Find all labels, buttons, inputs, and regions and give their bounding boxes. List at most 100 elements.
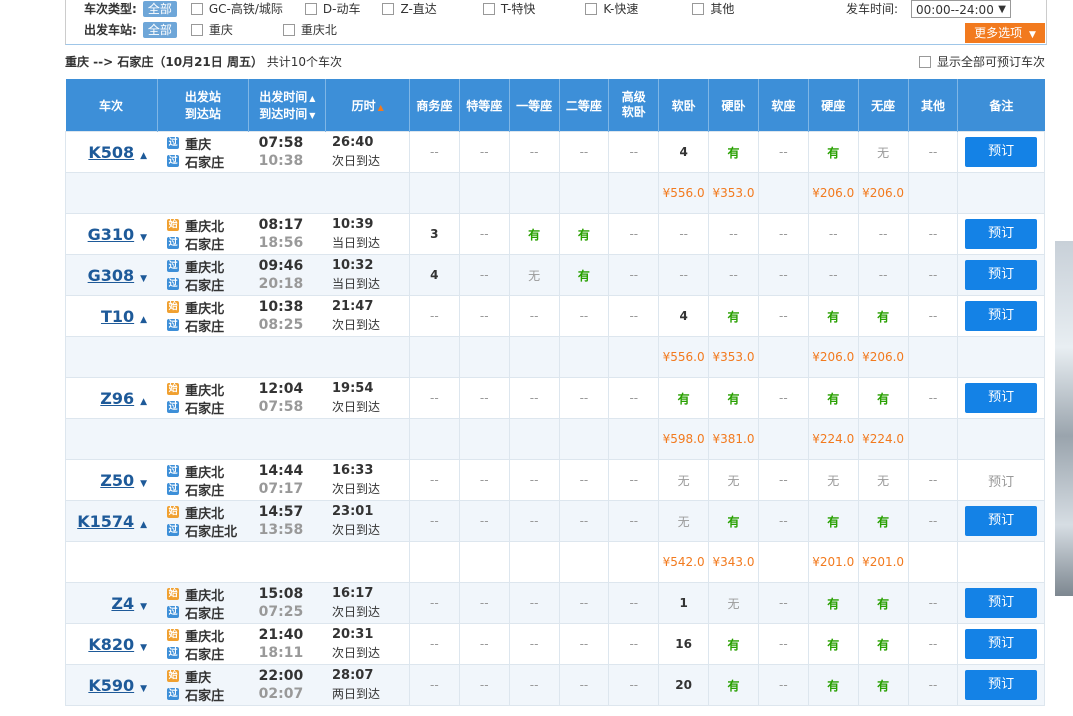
train-type-checkbox[interactable]: [585, 3, 598, 15]
seat-price: [558, 418, 610, 460]
train-type-option[interactable]: 其他: [692, 0, 734, 18]
caret-up-icon[interactable]: ▲: [140, 151, 147, 161]
seat-availability[interactable]: 有: [708, 131, 759, 173]
book-button[interactable]: 预订: [965, 588, 1038, 618]
duration-value: 19:54: [331, 381, 374, 396]
train-type-option-label: K-快速: [603, 2, 639, 16]
book-button[interactable]: 预订: [965, 383, 1038, 413]
caret-up-icon[interactable]: ▲: [140, 397, 147, 407]
book-button[interactable]: 预订: [965, 301, 1038, 331]
caret-down-icon[interactable]: ▼: [140, 479, 147, 489]
caret-down-icon[interactable]: ▼: [140, 274, 147, 284]
train-number-link[interactable]: Z96: [100, 389, 134, 408]
seat-availability[interactable]: 有: [807, 623, 859, 665]
train-type-option[interactable]: Z-直达: [382, 0, 437, 18]
station-all-button[interactable]: 全部: [142, 22, 177, 38]
seat-availability[interactable]: 3: [408, 213, 460, 255]
seat-availability[interactable]: 有: [807, 131, 859, 173]
sort-down-icon[interactable]: ▼: [309, 111, 315, 120]
station-option[interactable]: 重庆: [190, 21, 233, 39]
book-button[interactable]: 预订: [965, 219, 1038, 249]
seat-availability[interactable]: 有: [708, 664, 759, 706]
departure-time: 07:58: [258, 135, 304, 151]
station-checkbox[interactable]: [190, 24, 203, 36]
station-checkbox[interactable]: [282, 24, 295, 36]
seat-availability[interactable]: 有: [807, 500, 859, 542]
seat-availability[interactable]: 20: [658, 664, 710, 706]
seat-availability[interactable]: 有: [708, 500, 759, 542]
seat-availability[interactable]: 有: [857, 500, 909, 542]
caret-down-icon[interactable]: ▼: [140, 602, 147, 612]
book-button[interactable]: 预订: [965, 506, 1038, 536]
seat-availability[interactable]: 有: [857, 582, 909, 624]
train-number-link[interactable]: K590: [88, 676, 134, 695]
train-type-checkbox[interactable]: [304, 3, 317, 15]
train-type-option[interactable]: T-特快: [482, 0, 535, 18]
train-type-all-button[interactable]: 全部: [142, 1, 177, 17]
train-number-link[interactable]: G308: [88, 266, 135, 285]
train-number-cell: Z96 ▲: [65, 377, 158, 419]
station-name: 重庆: [185, 670, 212, 686]
seat-availability[interactable]: 4: [658, 295, 710, 337]
book-disabled-label: 预订: [988, 474, 1015, 490]
train-number-link[interactable]: Z50: [100, 471, 134, 490]
train-type-option[interactable]: K-快速: [585, 0, 638, 18]
caret-down-icon[interactable]: ▼: [140, 233, 147, 243]
book-button[interactable]: 预订: [965, 670, 1038, 700]
depart-time-select[interactable]: 00:00--24:00 ▼: [911, 0, 1011, 18]
seat-availability[interactable]: 4: [658, 131, 710, 173]
seat-availability[interactable]: 有: [708, 295, 759, 337]
seat-availability[interactable]: 有: [857, 664, 909, 706]
sort-up-icon[interactable]: ▲: [309, 94, 315, 103]
seat-availability[interactable]: 有: [807, 377, 859, 419]
train-number-link[interactable]: T10: [101, 307, 134, 326]
train-type-checkbox[interactable]: [692, 3, 705, 15]
seat-availability[interactable]: 有: [807, 664, 859, 706]
seat-availability[interactable]: 有: [857, 377, 909, 419]
seat-availability[interactable]: 有: [508, 213, 560, 255]
train-type-option[interactable]: D-动车: [304, 0, 360, 18]
seat-availability[interactable]: 有: [658, 377, 710, 419]
seat-availability[interactable]: 有: [857, 295, 909, 337]
book-button[interactable]: 预订: [965, 629, 1038, 659]
train-number-link[interactable]: K1574: [77, 512, 134, 531]
book-button[interactable]: 预订: [965, 260, 1038, 290]
train-type-checkbox[interactable]: [382, 3, 395, 15]
station-option[interactable]: 重庆北: [282, 21, 337, 39]
seat-availability: --: [907, 131, 959, 173]
col-duration[interactable]: 历时 ▲: [325, 79, 410, 132]
more-options-button[interactable]: 更多选项 ▼: [965, 23, 1045, 43]
seat-availability[interactable]: 有: [807, 295, 859, 337]
seat-availability: --: [608, 623, 660, 665]
train-number-link[interactable]: Z4: [111, 594, 134, 613]
seat-availability[interactable]: 有: [558, 254, 610, 296]
seat-availability[interactable]: 有: [708, 377, 759, 419]
station-cell: 始重庆过石家庄: [157, 664, 249, 706]
book-button[interactable]: 预订: [965, 137, 1038, 167]
seat-availability[interactable]: 4: [408, 254, 460, 296]
caret-up-icon[interactable]: ▲: [140, 520, 147, 530]
train-number-link[interactable]: K820: [88, 635, 134, 654]
seat-availability[interactable]: 有: [857, 623, 909, 665]
booking-cell: 预订: [957, 377, 1045, 419]
train-type-option[interactable]: GC-高铁/城际: [190, 0, 283, 18]
seat-availability[interactable]: 1: [658, 582, 710, 624]
train-number-cell: K820 ▼: [65, 623, 158, 665]
show-all-toggle[interactable]: 显示全部可预订车次: [918, 53, 1045, 71]
seat-availability[interactable]: 有: [558, 213, 610, 255]
train-type-label: 车次类型:: [84, 2, 137, 16]
train-type-checkbox[interactable]: [190, 3, 203, 15]
train-type-checkbox[interactable]: [482, 3, 495, 15]
station-name: 重庆: [185, 137, 212, 153]
caret-down-icon[interactable]: ▼: [140, 643, 147, 653]
col-seat: 其他: [907, 79, 958, 132]
train-number-link[interactable]: K508: [88, 143, 134, 162]
show-all-checkbox[interactable]: [918, 56, 931, 68]
col-time[interactable]: 出发时间 ▲ 到达时间 ▼: [248, 79, 326, 132]
caret-down-icon[interactable]: ▼: [140, 684, 147, 694]
caret-up-icon[interactable]: ▲: [140, 315, 147, 325]
seat-availability[interactable]: 16: [658, 623, 710, 665]
train-number-link[interactable]: G310: [88, 225, 135, 244]
seat-availability[interactable]: 有: [807, 582, 859, 624]
seat-availability[interactable]: 有: [708, 623, 759, 665]
